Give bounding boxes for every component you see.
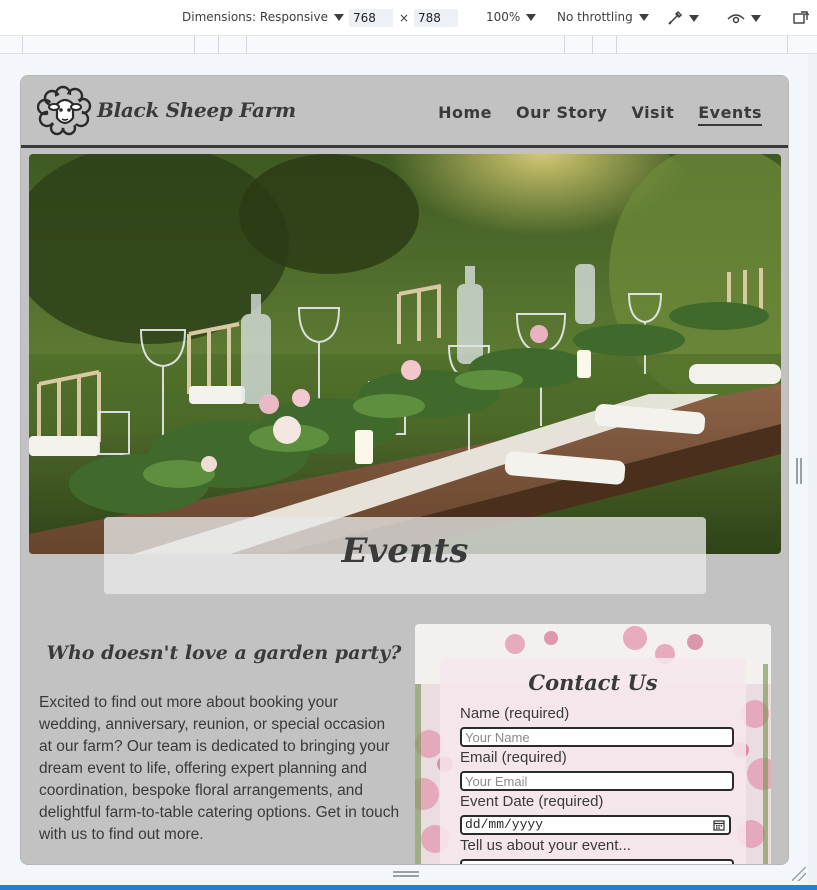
event-details-label: Tell us about your event... [460, 837, 631, 854]
site-header: Black Sheep Farm Home Our Story Visit Ev… [21, 76, 788, 148]
contact-form: Contact Us Name (required) Email (requir… [440, 658, 746, 864]
email-label: Email (required) [460, 749, 567, 766]
calendar-icon[interactable] [713, 819, 725, 831]
devtools-toolbar: Dimensions: Responsive × 100% No throttl… [0, 0, 817, 36]
email-input[interactable] [460, 771, 734, 791]
contact-card: Contact Us Name (required) Email (requir… [415, 624, 771, 864]
chevron-down-icon [526, 13, 537, 21]
black-sheep-logo-icon[interactable] [37, 84, 93, 136]
name-input[interactable] [460, 727, 734, 747]
nav-our-story[interactable]: Our Story [516, 103, 607, 126]
eye-icon [727, 14, 745, 24]
intro-text: Excited to find out more about booking y… [39, 694, 400, 843]
zoom-label: 100% [486, 10, 521, 24]
height-input[interactable] [414, 9, 458, 27]
resize-handle-bottom[interactable] [393, 871, 419, 877]
brand-name[interactable]: Black Sheep Farm [97, 98, 296, 122]
eyedropper-icon [668, 10, 683, 25]
name-label: Name (required) [460, 705, 570, 722]
nav-visit[interactable]: Visit [631, 103, 674, 126]
throttling-dropdown[interactable]: No throttling [557, 10, 649, 24]
vision-deficiency-button[interactable] [727, 8, 761, 28]
contact-title: Contact Us [528, 670, 658, 695]
hero-image [29, 154, 781, 554]
width-input[interactable] [349, 9, 393, 27]
side-rail [808, 54, 817, 890]
event-date-label: Event Date (required) [460, 793, 604, 810]
times-sign: × [399, 11, 410, 25]
chevron-down-icon [689, 14, 699, 22]
status-strip [0, 885, 817, 890]
color-picker-button[interactable] [667, 8, 699, 28]
page-title: Events [341, 531, 469, 571]
nav-events[interactable]: Events [698, 103, 762, 126]
resize-handle-right[interactable] [796, 458, 802, 484]
main-nav: Home Our Story Visit Events [438, 103, 762, 126]
chevron-down-icon [333, 13, 344, 21]
more-options-button[interactable] [793, 8, 809, 28]
date-placeholder: dd/mm/yyyy [465, 817, 544, 832]
event-date-input[interactable]: dd/mm/yyyy [460, 815, 731, 835]
rotate-device-icon [793, 11, 809, 24]
resize-corner-icon[interactable] [792, 867, 806, 881]
hero-title-box: Events [104, 517, 706, 594]
nav-home[interactable]: Home [438, 103, 492, 126]
dimensions-label: Dimensions: Responsive [182, 10, 328, 24]
zoom-dropdown[interactable]: 100% [486, 10, 537, 24]
throttling-label: No throttling [557, 10, 633, 24]
media-query-ruler [0, 36, 817, 54]
chevron-down-icon [751, 14, 761, 22]
dimensions-dropdown[interactable]: Dimensions: Responsive [182, 10, 344, 24]
event-details-textarea[interactable] [460, 859, 734, 864]
intro-heading: Who doesn't love a garden party? [46, 642, 402, 664]
emulated-viewport: Black Sheep Farm Home Our Story Visit Ev… [20, 75, 789, 865]
chevron-down-icon [638, 13, 649, 21]
